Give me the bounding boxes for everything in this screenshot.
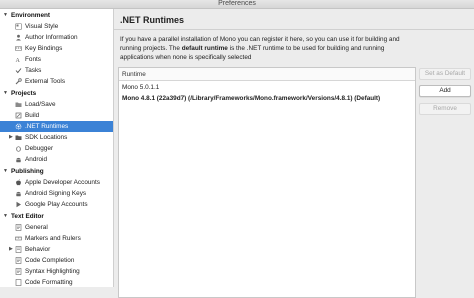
build-icon (15, 112, 22, 119)
bug-icon (16, 146, 21, 152)
sidebar-item-android-signing-keys[interactable]: Android Signing Keys (0, 188, 113, 199)
disclosure-triangle-right-icon[interactable]: ▶ (9, 132, 13, 143)
sidebar-item-net-runtimes[interactable]: .NET Runtimes (0, 121, 113, 132)
window-title: Preferences (218, 0, 256, 7)
document-icon (15, 224, 22, 231)
sidebar-item-label: Debugger (25, 145, 54, 152)
sidebar-item-visual-style[interactable]: Visual Style (0, 21, 113, 32)
sidebar-item-fonts[interactable]: A Fonts (0, 54, 113, 65)
sidebar-item-label: SDK Locations (25, 134, 68, 141)
document-icon (15, 246, 22, 253)
sidebar-item-label: Syntax Highlighting (25, 268, 80, 275)
disclosure-triangle-right-icon[interactable]: ▶ (9, 244, 13, 255)
category-label: Projects (11, 90, 37, 97)
set-as-default-button[interactable]: Set as Default (419, 68, 471, 80)
runtimes-table[interactable]: Runtime Mono 5.0.1.1 Mono 4.8.1 (22a39d7… (118, 67, 416, 298)
category-environment[interactable]: ▼ Environment (0, 10, 113, 21)
runtime-name: Mono 5.0.1.1 (122, 84, 160, 91)
sidebar-item-label: Load/Save (25, 101, 56, 108)
sidebar-item-load-save[interactable]: Load/Save (0, 99, 113, 110)
folder-icon (15, 102, 22, 107)
sidebar-item-label: Behavior (25, 246, 51, 253)
category-publishing[interactable]: ▼ Publishing (0, 166, 113, 177)
svg-text:A: A (16, 58, 21, 63)
column-header-runtime: Runtime (122, 71, 146, 78)
document-icon (15, 257, 22, 264)
sidebar-item-label: Code Formatting (25, 279, 73, 286)
settings-panel: .NET Runtimes If you have a parallel ins… (114, 9, 474, 298)
android-icon (16, 191, 21, 197)
sidebar-item-markers-and-rulers[interactable]: Markers and Rulers (0, 233, 113, 244)
sidebar-item-label: Android (25, 156, 48, 163)
disclosure-triangle-icon[interactable]: ▼ (3, 166, 8, 177)
sidebar-item-label: Build (25, 112, 40, 119)
sidebar-item-general[interactable]: General (0, 222, 113, 233)
table-row[interactable]: Mono 5.0.1.1 (119, 82, 415, 93)
description-text: If you have a parallel installation of M… (120, 35, 410, 62)
description-bold: default runtime (181, 45, 228, 52)
sidebar-item-label: Google Play Accounts (25, 201, 88, 208)
sidebar-item-label: Android Signing Keys (25, 190, 87, 197)
sidebar-item-behavior[interactable]: ▶ Behavior (0, 244, 113, 255)
apple-icon (16, 179, 21, 186)
remove-button[interactable]: Remove (419, 103, 471, 115)
palette-icon (15, 23, 22, 30)
gear-icon (15, 123, 22, 130)
category-label: Environment (11, 12, 51, 19)
sidebar-item-build[interactable]: Build (0, 110, 113, 121)
sidebar-item-label: .NET Runtimes (25, 123, 69, 130)
sidebar-item-debugger[interactable]: Debugger (0, 143, 113, 154)
person-icon (16, 34, 21, 41)
wrench-icon (15, 78, 22, 85)
page-title: .NET Runtimes (120, 15, 185, 25)
sidebar-item-apple-developer-accounts[interactable]: Apple Developer Accounts (0, 177, 113, 188)
category-projects[interactable]: ▼ Projects (0, 88, 113, 99)
folder-icon (15, 135, 22, 140)
category-label: Text Editor (11, 213, 44, 220)
android-icon (16, 157, 21, 163)
sidebar-item-label: External Tools (25, 78, 66, 85)
sidebar-item-label: Key Bindings (25, 45, 63, 52)
sidebar[interactable]: ▼ Environment Visual Style Author Inform… (0, 9, 114, 287)
sidebar-item-code-completion[interactable]: Code Completion (0, 255, 113, 266)
sidebar-item-syntax-highlighting[interactable]: Syntax Highlighting (0, 266, 113, 277)
google-play-icon (16, 201, 21, 208)
sidebar-item-label: Tasks (25, 67, 42, 74)
document-icon (15, 268, 22, 275)
ruler-icon (15, 236, 22, 241)
sidebar-item-label: General (25, 224, 48, 231)
category-label: Publishing (11, 168, 44, 175)
sidebar-item-label: Markers and Rulers (25, 235, 81, 242)
sidebar-item-sdk-locations[interactable]: ▶ SDK Locations (0, 132, 113, 143)
font-icon: A (16, 58, 21, 63)
sidebar-item-label: Author Information (25, 34, 78, 41)
runtime-name: Mono 4.8.1 (22a39d7) (/Library/Framework… (122, 95, 381, 102)
sidebar-item-label: Visual Style (25, 23, 59, 30)
sidebar-item-label: Code Completion (25, 257, 75, 264)
table-row-default[interactable]: Mono 4.8.1 (22a39d7) (/Library/Framework… (119, 93, 415, 104)
keyboard-icon (15, 46, 22, 51)
checklist-icon (15, 68, 22, 74)
disclosure-triangle-icon[interactable]: ▼ (3, 88, 8, 99)
window-title-bar: Preferences (0, 0, 474, 9)
disclosure-triangle-icon[interactable]: ▼ (3, 10, 8, 21)
sidebar-item-key-bindings[interactable]: Key Bindings (0, 43, 113, 54)
sidebar-item-label: Apple Developer Accounts (25, 179, 100, 186)
sidebar-item-author-information[interactable]: Author Information (0, 32, 113, 43)
sidebar-item-label: Fonts (25, 56, 41, 63)
sidebar-item-android[interactable]: Android (0, 154, 113, 165)
table-header[interactable]: Runtime (119, 68, 415, 81)
sidebar-item-code-formatting[interactable]: Code Formatting (0, 277, 113, 287)
document-icon (15, 279, 22, 286)
sidebar-item-external-tools[interactable]: External Tools (0, 76, 113, 87)
add-button[interactable]: Add (419, 85, 471, 97)
sidebar-item-google-play-accounts[interactable]: Google Play Accounts (0, 199, 113, 210)
sidebar-item-tasks[interactable]: Tasks (0, 65, 113, 76)
disclosure-triangle-icon[interactable]: ▼ (3, 211, 8, 222)
divider (114, 29, 474, 30)
category-text-editor[interactable]: ▼ Text Editor (0, 211, 113, 222)
